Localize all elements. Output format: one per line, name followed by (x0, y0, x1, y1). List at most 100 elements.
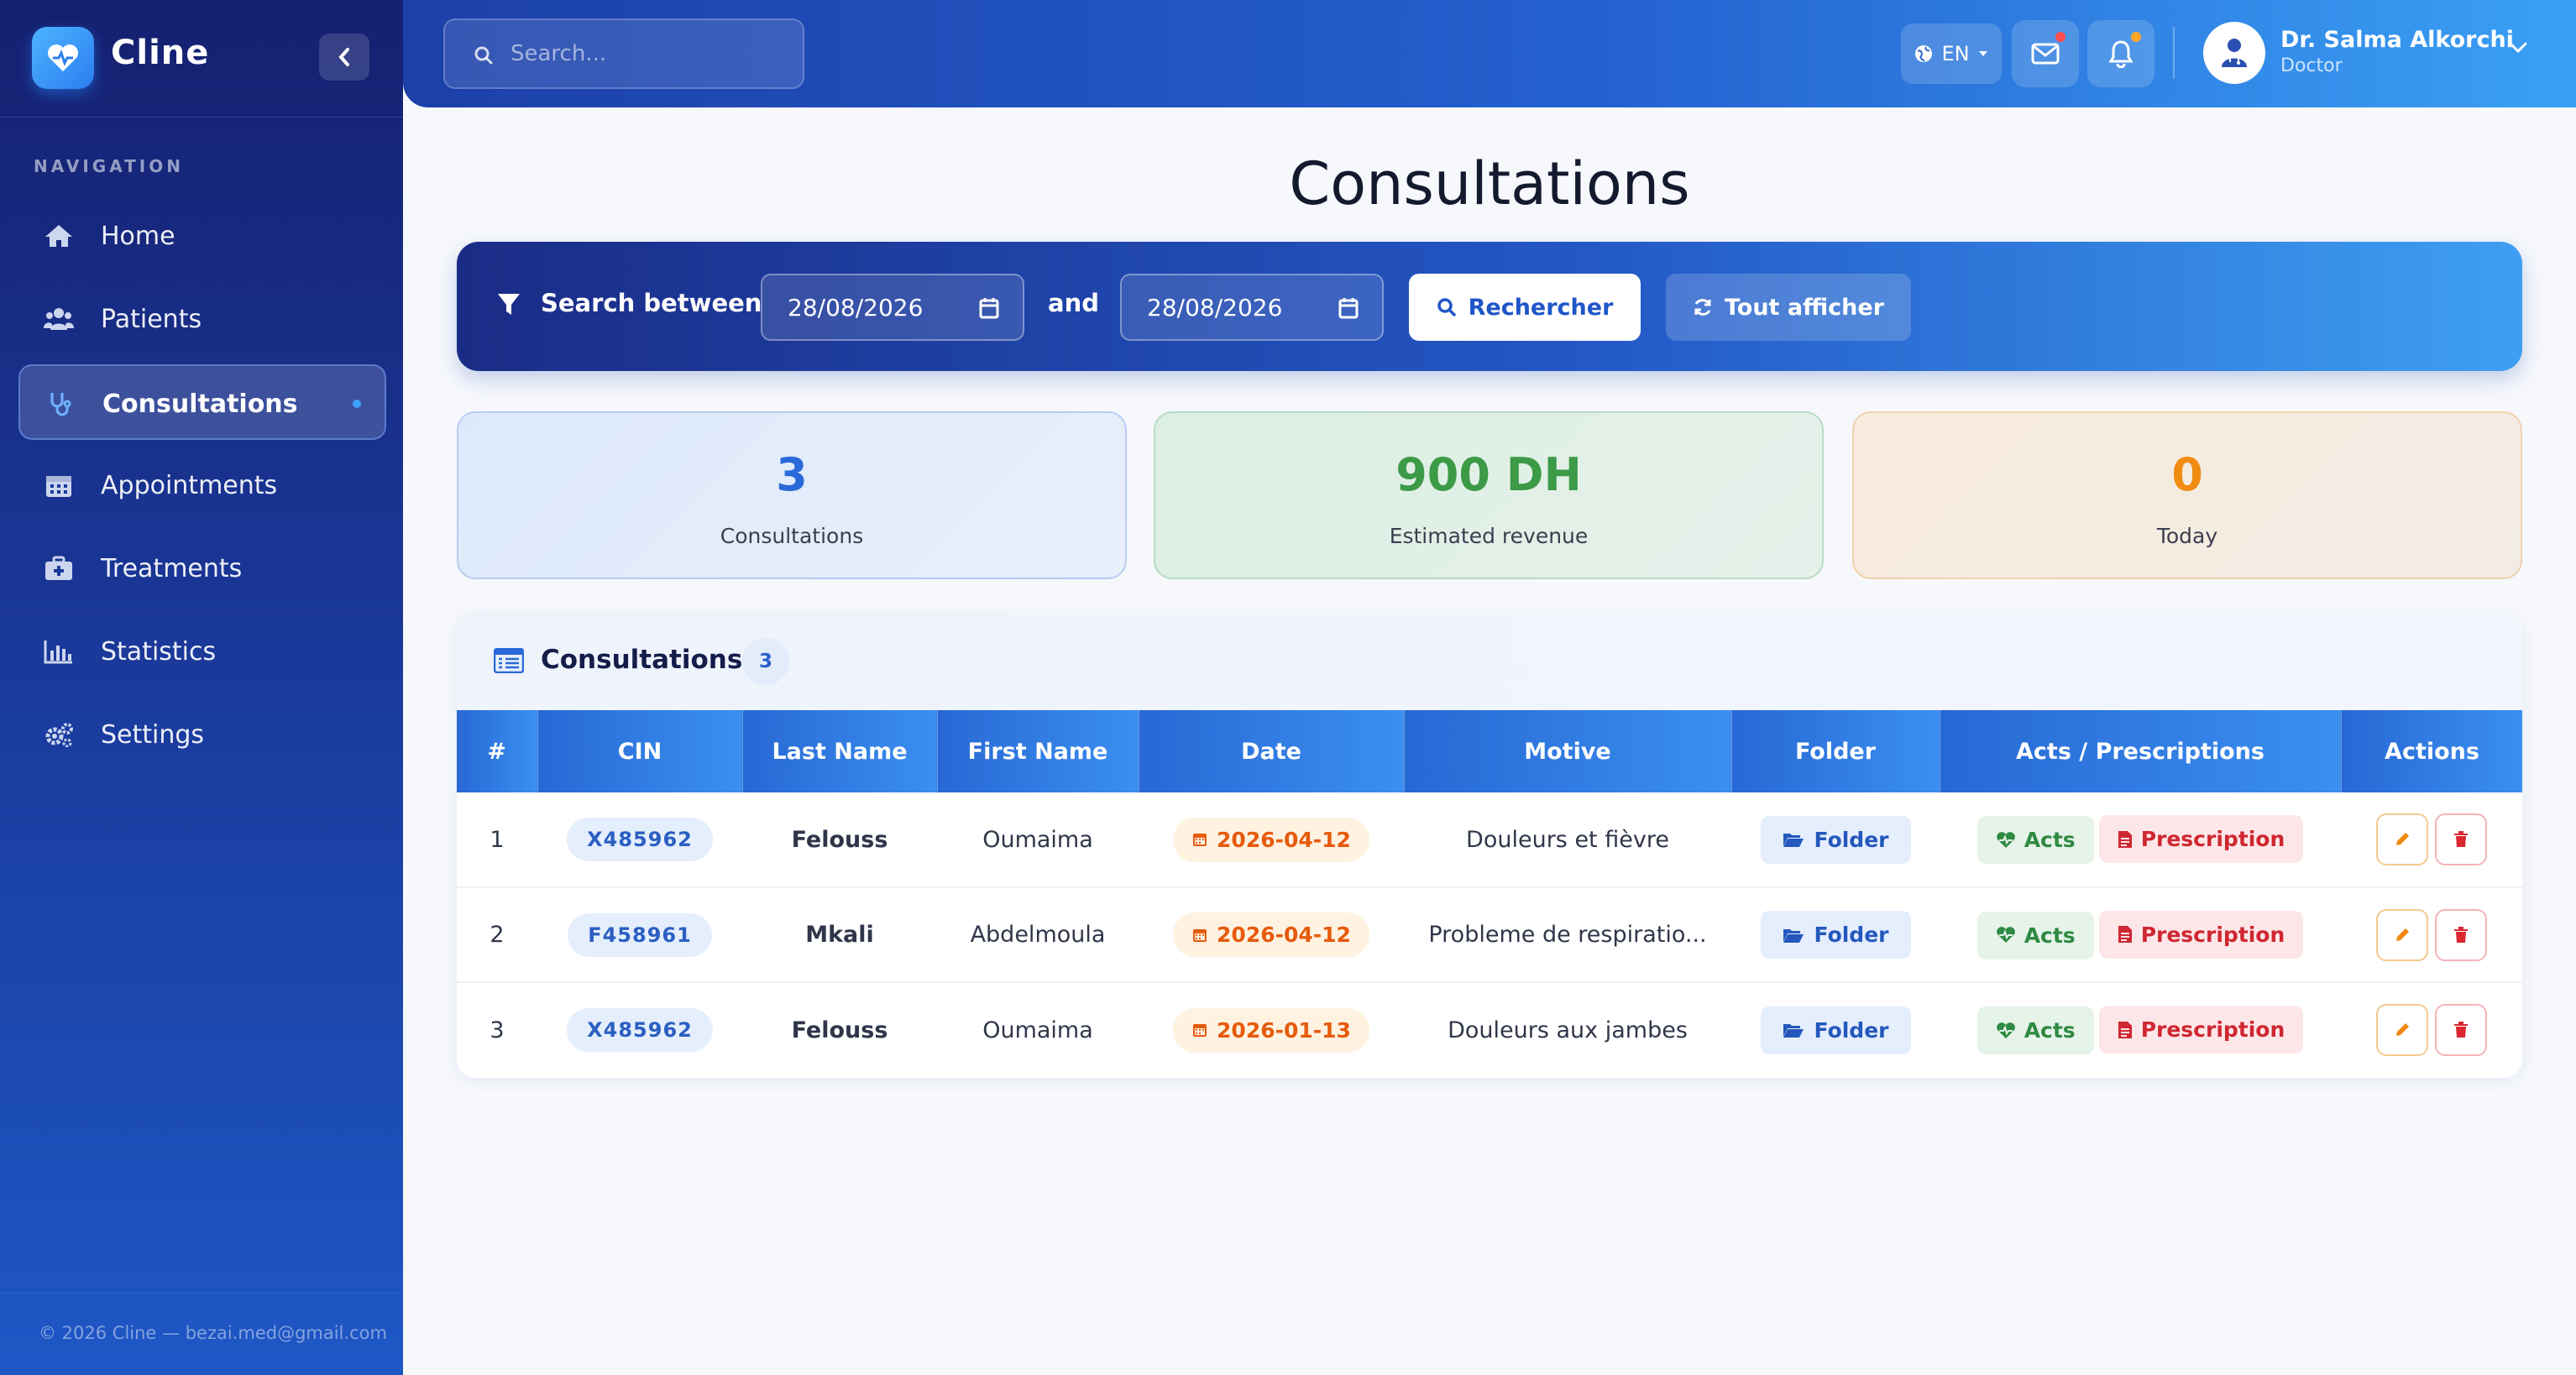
last-name-cell: Felouss (791, 826, 888, 853)
cin-badge: X485962 (567, 1008, 713, 1052)
nav-section-title: NAVIGATION (34, 156, 184, 176)
sidebar-footer: © 2026 Cline — bezai.med@gmail.com (39, 1323, 387, 1343)
sidebar-item-home[interactable]: Home (18, 198, 386, 274)
acts-button-label: Acts (2024, 1018, 2076, 1043)
column-header[interactable]: Last Name (742, 710, 938, 792)
date-text: 2026-04-12 (1217, 827, 1351, 852)
sidebar-item-treatments[interactable]: Treatments (18, 531, 386, 606)
folder-cell: Folder (1731, 887, 1940, 982)
acts-button[interactable]: Acts (1977, 911, 2094, 959)
sidebar-item-appointments[interactable]: Appointments (18, 447, 386, 523)
to-date-input[interactable]: 28/08/2026 (1120, 274, 1384, 341)
bell-icon (2108, 40, 2134, 68)
motive-cell: Douleurs et fièvre (1466, 826, 1669, 853)
column-header[interactable]: First Name (937, 710, 1139, 792)
acts-prescriptions-cell: Acts Prescription (1940, 887, 2341, 982)
heart-pulse-icon[interactable] (32, 27, 94, 89)
column-header[interactable]: Motive (1404, 710, 1732, 792)
date-cell: 2026-01-13 (1139, 982, 1404, 1077)
row-number: 2 (490, 922, 505, 948)
globe-icon (1915, 45, 1933, 62)
delete-button[interactable] (2435, 813, 2487, 865)
date-cell: 2026-04-12 (1139, 792, 1404, 887)
pencil-icon (2396, 1023, 2409, 1036)
date-text: 2026-04-12 (1217, 923, 1351, 947)
users-icon (44, 308, 74, 330)
home-icon (45, 225, 72, 247)
user-name[interactable]: Dr. Salma Alkorchi (2280, 27, 2514, 53)
sidebar-item-statistics[interactable]: Statistics (18, 614, 386, 689)
column-header[interactable]: Date (1139, 710, 1405, 792)
prescription-button[interactable]: Prescription (2098, 910, 2304, 959)
delete-button[interactable] (2435, 1004, 2487, 1056)
cin-cell: X485962 (537, 792, 742, 887)
search-box[interactable] (443, 18, 804, 89)
language-selector[interactable]: EN (1901, 24, 2002, 84)
search-button-label: Rechercher (1468, 294, 1614, 321)
messages-button[interactable] (2012, 20, 2079, 87)
chevron-down-icon[interactable] (2509, 42, 2527, 54)
folder-button[interactable]: Folder (1760, 1006, 1911, 1054)
edit-button[interactable] (2376, 813, 2428, 865)
table-row[interactable]: 1 X485962 Felouss Oumaima 2026-04-12 Dou… (457, 792, 2522, 887)
table-header-row: # CIN Last Name First Name Date Motive F… (457, 710, 2522, 792)
delete-button[interactable] (2435, 908, 2487, 961)
sidebar-item-label: Appointments (101, 471, 278, 500)
stat-value: 0 (2171, 448, 2203, 501)
topbar: EN Dr. Salma Alkorchi Doctor (403, 0, 2576, 107)
calendar-icon (1193, 1024, 1207, 1037)
search-input[interactable] (510, 35, 788, 72)
cin-badge: X485962 (567, 818, 713, 861)
actions-cell (2341, 887, 2522, 982)
consultations-table-panel: Consultations 3 # CIN Last Name First Na… (457, 613, 2522, 1078)
folder-button[interactable]: Folder (1760, 815, 1911, 864)
edit-button[interactable] (2376, 1004, 2428, 1056)
notifications-button[interactable] (2087, 20, 2155, 87)
table-row[interactable]: 2 F458961 Mkali Abdelmoula 2026-04-12 Pr… (457, 887, 2522, 982)
acts-button-label: Acts (2024, 923, 2076, 948)
cin-badge: F458961 (568, 912, 712, 957)
pencil-icon (2396, 833, 2409, 845)
from-date-input[interactable]: 28/08/2026 (761, 274, 1024, 341)
prescription-button[interactable]: Prescription (2098, 815, 2304, 863)
acts-button[interactable]: Acts (1977, 816, 2094, 864)
calendar-icon[interactable] (1338, 297, 1359, 319)
motive-cell: Probleme de respiratio... (1428, 922, 1707, 948)
heartbeat-icon (1996, 831, 2015, 848)
trash-icon (2454, 831, 2468, 847)
acts-button-label: Acts (2024, 828, 2076, 852)
show-all-button[interactable]: Tout afficher (1666, 274, 1911, 341)
column-header[interactable]: Folder (1731, 710, 1940, 792)
table-row[interactable]: 3 X485962 Felouss Oumaima 2026-01-13 Dou… (457, 982, 2522, 1077)
filter-label: Search between (541, 289, 762, 317)
edit-button[interactable] (2376, 908, 2428, 961)
brand-name: Cline (111, 34, 210, 72)
acts-button[interactable]: Acts (1977, 1006, 2094, 1054)
to-date-value: 28/08/2026 (1147, 294, 1283, 322)
sidebar-item-consultations[interactable]: Consultations (18, 364, 386, 440)
column-header[interactable]: CIN (537, 710, 743, 792)
prescription-button-label: Prescription (2140, 922, 2285, 947)
sidebar-item-patients[interactable]: Patients (18, 281, 386, 357)
avatar[interactable] (2203, 22, 2265, 84)
trash-icon (2454, 1022, 2468, 1038)
folder-open-icon (1783, 928, 1804, 943)
folder-cell: Folder (1731, 982, 1940, 1077)
chevron-left-icon (338, 48, 349, 66)
folder-button[interactable]: Folder (1760, 911, 1911, 959)
column-header[interactable]: Actions (2341, 710, 2522, 792)
collapse-sidebar-button[interactable] (319, 34, 369, 81)
search-button[interactable]: Rechercher (1409, 274, 1641, 341)
acts-prescriptions-cell: Acts Prescription (1940, 792, 2341, 887)
sidebar-item-settings[interactable]: Settings (18, 697, 386, 772)
cin-cell: X485962 (537, 982, 742, 1077)
language-label: EN (1941, 42, 1970, 65)
column-header[interactable]: # (457, 710, 538, 792)
caret-down-icon (1978, 51, 1987, 56)
folder-button-label: Folder (1814, 1017, 1889, 1043)
column-header[interactable]: Acts / Prescriptions (1940, 710, 2342, 792)
prescription-button[interactable]: Prescription (2098, 1006, 2304, 1053)
calendar-icon[interactable] (979, 297, 999, 319)
first-name-cell: Abdelmoula (970, 922, 1106, 948)
list-icon (494, 648, 524, 673)
